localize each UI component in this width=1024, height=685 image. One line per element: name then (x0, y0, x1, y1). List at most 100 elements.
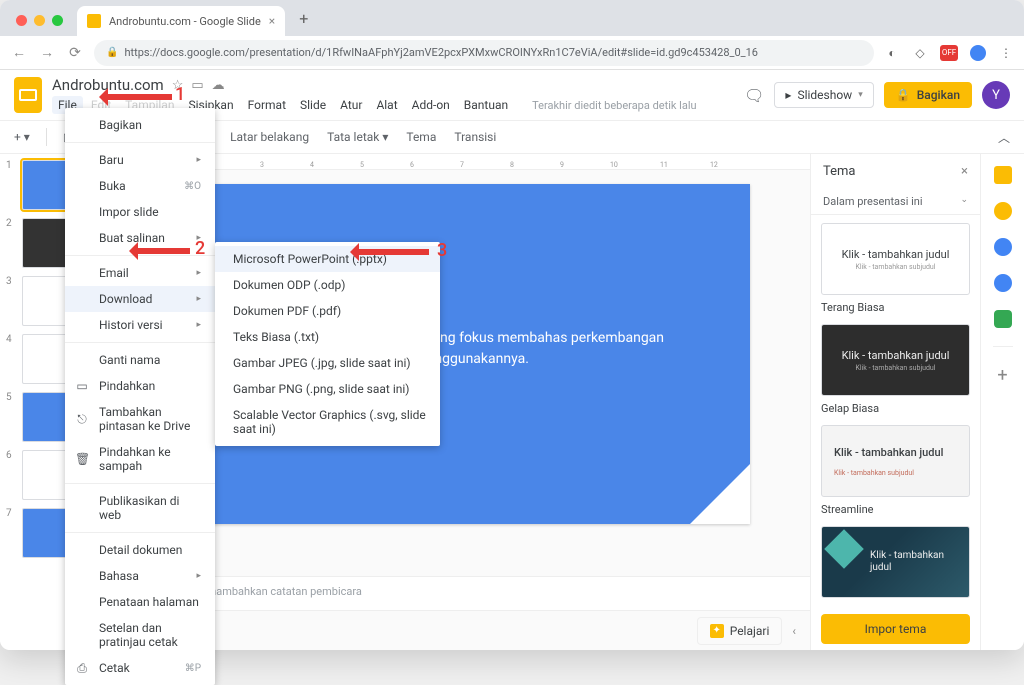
theme-card-streamline[interactable]: Klik - tambahkan judul Klik - tambahkan … (821, 425, 970, 497)
menu-item-move[interactable]: ▭Pindahkan (65, 373, 215, 399)
menu-help[interactable]: Bantuan (458, 96, 514, 114)
theme-button[interactable]: Tema (402, 128, 440, 146)
theme-label: Terang Biasa (821, 301, 970, 314)
menu-item-pdf[interactable]: Dokumen PDF (.pdf) (215, 298, 440, 324)
zoom-window-icon[interactable] (52, 15, 63, 26)
themes-subtitle: Dalam presentasi ini (823, 195, 923, 208)
extensions: ◐ ◇ OFF ⋮ (884, 45, 1014, 61)
menu-item-language[interactable]: Bahasa▸ (65, 563, 215, 589)
annotation-number-2: 2 (195, 238, 205, 259)
menu-item-import[interactable]: Impor slide (65, 199, 215, 225)
menu-item-email[interactable]: Email▸ (65, 260, 215, 286)
annotation-arrow-3 (353, 249, 429, 255)
tasks-icon[interactable] (994, 238, 1012, 256)
menu-item-details[interactable]: Detail dokumen (65, 537, 215, 563)
browser-tabbar: Androbuntu.com - Google Slide × + (0, 0, 1024, 36)
window-controls (8, 15, 71, 36)
theme-label: Streamline (821, 503, 970, 516)
menu-format[interactable]: Format (242, 96, 292, 114)
menu-item-share[interactable]: Bagikan (65, 112, 215, 138)
cloud-icon[interactable]: ☁ (212, 78, 225, 93)
explore-button[interactable]: ✦Pelajari (697, 617, 783, 645)
extension-icon[interactable]: ◐ (884, 45, 900, 61)
annotation-arrow-1 (102, 94, 172, 100)
menu-item-new[interactable]: Baru▸ (65, 147, 215, 173)
annotation-number-3: 3 (437, 240, 447, 261)
file-menu: Bagikan Baru▸ Buka⌘O Impor slide Buat sa… (65, 108, 215, 650)
move-icon[interactable]: ▭ (191, 78, 203, 93)
share-button[interactable]: 🔒 Bagikan (884, 82, 972, 108)
speaker-notes[interactable]: Klik untuk menambahkan catatan pembicara (130, 576, 810, 610)
tab-title: Androbuntu.com - Google Slide (109, 15, 261, 28)
reload-icon[interactable]: ⟳ (66, 45, 84, 61)
maps-icon[interactable] (994, 310, 1012, 328)
themes-panel: Tema × Dalam presentasi ini ⌄ Klik - tam… (810, 154, 980, 650)
add-icon[interactable]: + (997, 365, 1007, 386)
contacts-icon[interactable] (994, 274, 1012, 292)
chevron-down-icon: ▾ (858, 90, 863, 100)
extension-icon[interactable]: ◇ (912, 45, 928, 61)
lock-icon: 🔒 (106, 47, 118, 58)
theme-card-light[interactable]: Klik - tambahkan judul Klik - tambahkan … (821, 223, 970, 295)
new-slide-button[interactable]: + ▾ (10, 128, 34, 146)
side-panel: + (980, 154, 1024, 650)
menu-item-odp[interactable]: Dokumen ODP (.odp) (215, 272, 440, 298)
minimize-window-icon[interactable] (34, 15, 45, 26)
menu-item-svg[interactable]: Scalable Vector Graphics (.svg, slide sa… (215, 402, 440, 442)
address-bar: ← → ⟳ 🔒 https://docs.google.com/presenta… (0, 36, 1024, 70)
close-icon[interactable]: × (961, 164, 968, 179)
menu-item-txt[interactable]: Teks Biasa (.txt) (215, 324, 440, 350)
layout-button[interactable]: Tata letak ▾ (323, 128, 392, 146)
menu-item-jpg[interactable]: Gambar JPEG (.jpg, slide saat ini) (215, 350, 440, 376)
menu-item-shortcut[interactable]: ⎋Tambahkan pintasan ke Drive (65, 399, 215, 439)
last-edit: Terakhir diedit beberapa detik lalu (526, 97, 702, 114)
menu-item-print-preview[interactable]: Setelan dan pratinjau cetak (65, 615, 215, 650)
transition-button[interactable]: Transisi (450, 128, 500, 146)
menu-item-history[interactable]: Histori versi▸ (65, 312, 215, 338)
menu-item-page-setup[interactable]: Penataan halaman (65, 589, 215, 615)
browser-tab[interactable]: Androbuntu.com - Google Slide × (77, 6, 285, 36)
avatar[interactable]: Y (982, 81, 1010, 109)
menu-slide[interactable]: Slide (294, 96, 332, 114)
themes-title: Tema (823, 164, 856, 179)
chevron-left-icon[interactable]: ‹ (792, 624, 796, 638)
favicon-icon (87, 14, 101, 28)
url-text: https://docs.google.com/presentation/d/1… (124, 46, 758, 59)
download-submenu: Microsoft PowerPoint (.pptx) Dokumen ODP… (215, 242, 440, 446)
menu-item-rename[interactable]: Ganti nama (65, 347, 215, 373)
slides-logo-icon[interactable] (14, 77, 42, 113)
extension-badge-icon[interactable]: OFF (940, 45, 958, 61)
annotation-number-1: 1 (175, 84, 185, 105)
back-icon[interactable]: ← (10, 44, 28, 61)
ruler: 123456789101112 (130, 154, 810, 170)
lock-icon: 🔒 (896, 88, 911, 102)
slideshow-button[interactable]: ▸ Slideshow ▾ (774, 82, 873, 108)
menu-item-open[interactable]: Buka⌘O (65, 173, 215, 199)
menu-addons[interactable]: Add-on (406, 96, 456, 114)
new-tab-button[interactable]: + (291, 9, 316, 36)
menu-item-download[interactable]: Download▸ (65, 286, 215, 312)
annotation-arrow-2 (132, 248, 190, 254)
theme-card-focus[interactable]: Klik - tambahkan judul (821, 526, 970, 598)
menu-icon[interactable]: ⋮ (998, 45, 1014, 61)
chevron-down-icon[interactable]: ⌄ (960, 195, 968, 208)
menu-arrange[interactable]: Atur (334, 96, 368, 114)
theme-label: Fokus (821, 604, 970, 606)
play-icon: ▸ (785, 88, 791, 102)
menu-item-png[interactable]: Gambar PNG (.png, slide saat ini) (215, 376, 440, 402)
theme-card-dark[interactable]: Klik - tambahkan judul Klik - tambahkan … (821, 324, 970, 396)
import-theme-button[interactable]: Impor tema (821, 614, 970, 644)
comments-icon[interactable]: 🗨 (744, 86, 764, 105)
forward-icon[interactable]: → (38, 44, 56, 61)
menu-item-publish[interactable]: Publikasikan di web (65, 488, 215, 528)
menu-item-trash[interactable]: 🗑Pindahkan ke sampah (65, 439, 215, 479)
url-field[interactable]: 🔒 https://docs.google.com/presentation/d… (94, 40, 874, 66)
background-button[interactable]: Latar belakang (226, 128, 313, 146)
extension-icon[interactable] (970, 45, 986, 61)
menu-tools[interactable]: Alat (370, 96, 403, 114)
collapse-toolbar-icon[interactable]: ︿ (994, 127, 1014, 148)
calendar-icon[interactable] (994, 166, 1012, 184)
close-window-icon[interactable] (16, 15, 27, 26)
close-tab-icon[interactable]: × (269, 14, 275, 28)
keep-icon[interactable] (994, 202, 1012, 220)
